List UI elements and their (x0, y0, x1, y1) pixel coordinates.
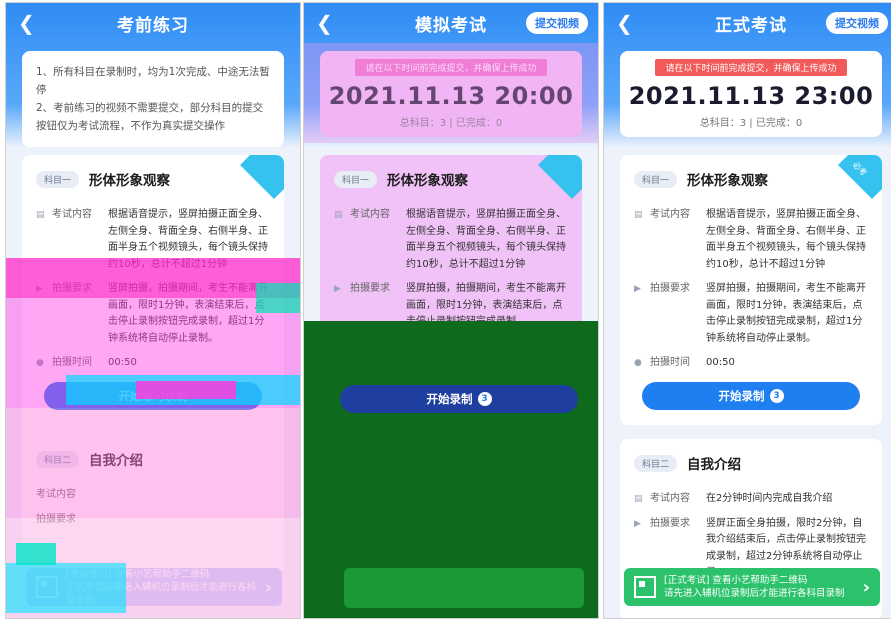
practice-note-1: 1、所有科目在录制时，均为1次完成、中途无法暂停 (36, 66, 270, 96)
time-label: 拍摄时间 (650, 357, 690, 368)
deadline-time: 2021.11.13 23:00 (628, 82, 874, 110)
subject-tag: 科目一 (634, 170, 678, 188)
badge-label: 必考 (850, 160, 869, 178)
subject-tag: 科目二 (634, 454, 678, 472)
practice-header: ❮ 考前练习 1、所有科目在录制时，均为1次完成、中途无法暂停 2、考前练习的视… (6, 3, 300, 148)
progress-counts: 总科目：3 | 已完成：0 (699, 118, 803, 129)
deadline-notice: 请在以下时间前完成提交，并确保上传成功 (355, 59, 547, 76)
camera-icon: ▶ (634, 284, 641, 294)
requirement-text: 竖屏拍摄，拍摄期间，考生不能离开画面，限时1分钟，表演结束后，点击停止录制按钮完… (706, 283, 866, 344)
subject-tag: 科目二 (36, 450, 80, 468)
subject-tag: 科目一 (334, 170, 378, 188)
deadline-box: 请在以下时间前完成提交，并确保上传成功 2021.11.13 20:00 总科目… (320, 51, 582, 137)
countdown-badge: 3 (769, 388, 784, 403)
button-label: 开始录制 (426, 392, 473, 406)
deadline-box: 请在以下时间前完成提交，并确保上传成功 2021.11.13 23:00 总科目… (620, 51, 882, 137)
camera-icon: ▶ (36, 284, 43, 294)
time-label: 拍摄时间 (52, 357, 92, 368)
content-label: 考试内容 (52, 209, 92, 220)
clock-icon: ● (634, 358, 642, 368)
formal-subject1-card: 必考 科目一 形体形象观察 ▤ 考试内容 根据语音提示，竖屏拍摄正面全身、左侧全… (620, 155, 882, 425)
qr-line-2: 请先进入辅机位录制后才能进行各科目录制 (664, 588, 845, 599)
page-title: 正式考试 (715, 15, 787, 36)
mock-subject1-card: 科目一 形体形象观察 ▤ 考试内容 根据语音提示，竖屏拍摄正面全身、左侧全身、背… (320, 155, 582, 355)
start-record-button[interactable]: 开始录制 3 (340, 385, 578, 413)
qr-line-1: [考前练习] 查看小艺帮助手二维码 (66, 568, 210, 580)
content-label: 考试内容 (350, 209, 390, 220)
time-value: 00:50 (108, 357, 137, 368)
content-text: 根据语音提示，竖屏拍摄正面全身、左侧全身、背面全身、右侧半身、正面半身五个视频镜… (406, 209, 566, 270)
progress-counts: 总科目：3 | 已完成：0 (399, 118, 503, 129)
page-title: 考前练习 (117, 15, 189, 36)
back-arrow-icon[interactable]: ❮ (18, 11, 35, 35)
subject-title: 自我介绍 (687, 457, 742, 473)
mock-header: ❮ 模拟考试 提交视频 请在以下时间前完成提交，并确保上传成功 2021.11.… (304, 3, 598, 148)
content-label: 考试内容 (650, 209, 690, 220)
button-label: 开始录制 (718, 388, 765, 403)
content-label: 考试内容 (36, 489, 76, 500)
formal-header: ❮ 正式考试 提交视频 请在以下时间前完成提交，并确保上传成功 2021.11.… (604, 3, 891, 148)
content-text: 根据语音提示，竖屏拍摄正面全身、左侧全身、背面全身、右侧半身、正面半身五个视频镜… (706, 209, 866, 270)
requirement-text: 竖屏拍摄，拍摄期间，考生不能离开画面，限时1分钟，表演结束后，点击停止录制按钮完… (108, 283, 268, 344)
chevron-right-icon: › (264, 576, 272, 598)
document-icon: ▤ (334, 210, 343, 220)
document-icon: ▤ (36, 210, 45, 220)
chevron-right-icon: › (862, 576, 870, 598)
requirement-label: 拍摄要求 (650, 283, 690, 294)
button-label: 开始练习录制 (118, 388, 188, 403)
subject-tag: 科目一 (36, 170, 80, 188)
back-arrow-icon[interactable]: ❮ (316, 11, 333, 35)
practice-note-2: 2、考前练习的视频不需要提交，部分科目的提交按钮仅为考试流程，不作为真实提交操作 (36, 102, 264, 132)
back-arrow-icon[interactable]: ❮ (616, 11, 633, 35)
document-icon: ▤ (634, 494, 643, 504)
subject-title: 形体形象观察 (687, 173, 769, 189)
requirement-label: 拍摄要求 (36, 513, 76, 525)
page-title: 模拟考试 (415, 15, 487, 36)
qr-helper-bar[interactable]: [考前练习] 查看小艺帮助手二维码 正式考试前需进入辅机位录制后才能进行各科目录… (26, 568, 282, 606)
requirement-text: 竖屏拍摄，拍摄期间，考生不能离开画面，限时1分钟，表演结束后，点击停止录制按钮完… (406, 283, 566, 327)
requirement-label: 拍摄要求 (52, 283, 92, 294)
content-text: 在2分钟时间内完成自我介绍 (706, 493, 833, 504)
qr-helper-bar[interactable]: [正式考试] 查看小艺帮助手二维码 请先进入辅机位录制后才能进行各科目录制 › (624, 568, 880, 606)
deadline-time: 2021.11.13 20:00 (328, 82, 574, 110)
submit-video-button[interactable]: 提交视频 (526, 12, 588, 34)
practice-screen: ❮ 考前练习 1、所有科目在录制时，均为1次完成、中途无法暂停 2、考前练习的视… (5, 2, 301, 619)
practice-notes: 1、所有科目在录制时，均为1次完成、中途无法暂停 2、考前练习的视频不需要提交，… (22, 51, 284, 147)
qr-line-1: [正式考试] 查看小艺帮助手二维码 (664, 575, 808, 586)
start-record-button[interactable]: 开始录制 3 (642, 381, 860, 410)
practice-navbar: ❮ 考前练习 (6, 3, 300, 43)
content-label: 考试内容 (650, 493, 690, 504)
submit-video-button[interactable]: 提交视频 (826, 12, 888, 34)
countdown-badge: 3 (477, 392, 492, 406)
qr-code-icon (634, 576, 656, 598)
qr-line-2: 正式考试前需进入辅机位录制后才能进行各科目录制 (66, 581, 257, 606)
camera-icon: ▶ (334, 284, 341, 294)
subject-title: 形体形象观察 (89, 173, 171, 189)
document-icon: ▤ (634, 210, 643, 220)
subject-title: 形体形象观察 (387, 173, 469, 189)
content-text: 根据语音提示，竖屏拍摄正面全身、左侧全身、背面全身、右侧半身、正面半身五个视频镜… (108, 209, 268, 270)
time-value: 00:50 (706, 357, 735, 368)
clock-icon: ● (36, 358, 44, 368)
practice-subject2-card: 科目二 自我介绍 考试内容 拍摄要求 (22, 435, 284, 575)
mock-navbar: ❮ 模拟考试 提交视频 (304, 3, 598, 43)
requirement-label: 拍摄要求 (350, 283, 390, 294)
mock-screen: ❮ 模拟考试 提交视频 请在以下时间前完成提交，并确保上传成功 2021.11.… (303, 2, 599, 619)
start-practice-button[interactable]: 开始练习录制 (44, 381, 262, 410)
practice-subject1-card: 科目一 形体形象观察 ▤ 考试内容 根据语音提示，竖屏拍摄正面全身、左侧全身、背… (22, 155, 284, 455)
formal-screen: ❮ 正式考试 提交视频 请在以下时间前完成提交，并确保上传成功 2021.11.… (603, 2, 891, 619)
qr-code-icon (36, 576, 58, 598)
subject-title: 自我介绍 (89, 453, 144, 469)
formal-navbar: ❮ 正式考试 提交视频 (604, 3, 891, 43)
deadline-notice: 请在以下时间前完成提交，并确保上传成功 (655, 59, 847, 76)
